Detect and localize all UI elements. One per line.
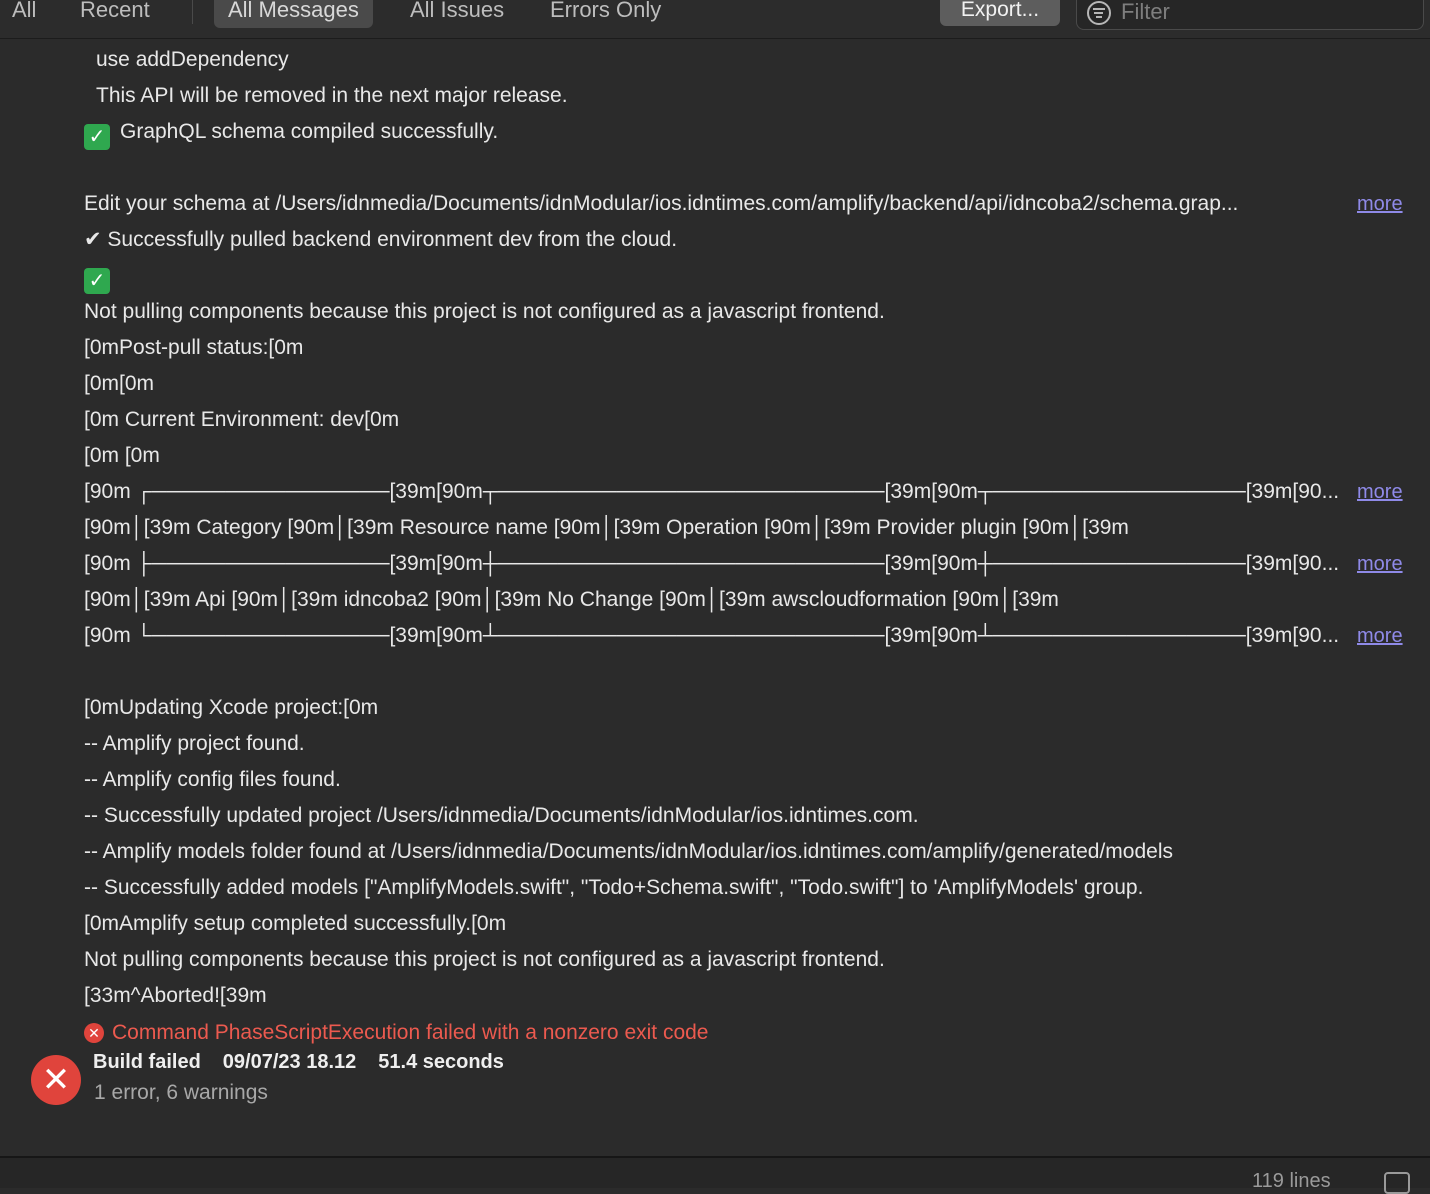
- log-line: [33m^Aborted![39m: [84, 984, 267, 1007]
- log-line: -- Successfully updated project /Users/i…: [84, 804, 919, 827]
- log-line: [90m│[39m Category [90m│[39m Resource na…: [84, 516, 1129, 539]
- filter-icon: [1087, 1, 1111, 25]
- tab-errors-only[interactable]: Errors Only: [536, 0, 675, 28]
- tab-all[interactable]: All: [0, 0, 50, 28]
- log-line: ✓ GraphQL schema compiled successfully.: [84, 114, 1344, 150]
- log-line: -- Amplify project found.: [84, 732, 305, 755]
- log-line: [90m ┌────────────────[39m[90m┬─────────…: [84, 480, 1340, 503]
- log-line: Not pulling components because this proj…: [84, 948, 885, 971]
- error-message[interactable]: ✕ Command PhaseScriptExecution failed wit…: [84, 1015, 709, 1051]
- log-line: [0mAmplify setup completed successfully.…: [84, 912, 507, 935]
- log-line: [0mUpdating Xcode project:[0m: [84, 696, 379, 719]
- log-line: -- Amplify models folder found at /Users…: [84, 840, 1173, 863]
- build-date: 09/07/23 18.12: [222, 1051, 357, 1073]
- log-line: [0m [0m: [84, 444, 160, 467]
- check-emoji-icon: ✓: [84, 268, 110, 294]
- check-emoji-icon: ✓: [84, 124, 110, 150]
- tab-all-messages[interactable]: All Messages: [214, 0, 373, 28]
- log-line: [0m Current Environment: dev[0m: [84, 408, 400, 431]
- log-line: -- Amplify config files found.: [84, 768, 341, 791]
- log-line: ✓: [84, 258, 1344, 294]
- log-line: -- Successfully added models ["AmplifyMo…: [84, 876, 1144, 899]
- error-icon: ✕: [84, 1023, 104, 1043]
- build-duration: 51.4 seconds: [378, 1051, 504, 1073]
- line-count: 119 lines: [1252, 1170, 1331, 1192]
- log-line: Not pulling components because this proj…: [84, 300, 885, 323]
- tab-all-issues[interactable]: All Issues: [396, 0, 518, 28]
- log-line: This API will be removed in the next maj…: [96, 84, 568, 107]
- log-line: [90m│[39m Api [90m│[39m idncoba2 [90m│[3…: [84, 588, 1059, 611]
- export-button[interactable]: Export...: [940, 0, 1060, 26]
- log-line: Edit your schema at /Users/idnmedia/Docu…: [84, 192, 1239, 215]
- status-bar: 119 lines: [0, 1156, 1430, 1194]
- more-link[interactable]: more: [1357, 186, 1403, 222]
- log-toolbar: All Recent All Messages All Issues Error…: [0, 0, 1430, 39]
- log-line: [0m[0m: [84, 372, 155, 395]
- more-link[interactable]: more: [1357, 546, 1403, 582]
- build-issue-summary: 1 error, 6 warnings: [94, 1081, 268, 1104]
- build-failed-icon: ✕: [31, 1055, 81, 1105]
- filter-field[interactable]: Filter: [1076, 0, 1424, 30]
- log-line: use addDependency: [96, 48, 289, 71]
- log-line: [0mPost-pull status:[0m: [84, 336, 304, 359]
- build-summary-title: Build failed 09/07/23 18.12 51.4 seconds: [93, 1051, 526, 1074]
- tab-recent[interactable]: Recent: [66, 0, 164, 28]
- log-line-text: GraphQL schema compiled successfully.: [120, 120, 499, 143]
- more-link[interactable]: more: [1357, 618, 1403, 654]
- log-line: ✔ Successfully pulled backend environmen…: [84, 228, 678, 251]
- more-link[interactable]: more: [1357, 474, 1403, 510]
- build-status: Build failed: [93, 1051, 201, 1073]
- toolbar-divider: [192, 0, 193, 24]
- error-message-text: Command PhaseScriptExecution failed with…: [112, 1021, 709, 1044]
- filter-placeholder: Filter: [1121, 0, 1170, 24]
- log-line: [90m └────────────────[39m[90m┴─────────…: [84, 624, 1340, 647]
- wrap-toggle-icon[interactable]: [1384, 1172, 1410, 1194]
- log-line: [90m ├────────────────[39m[90m┼─────────…: [84, 552, 1340, 575]
